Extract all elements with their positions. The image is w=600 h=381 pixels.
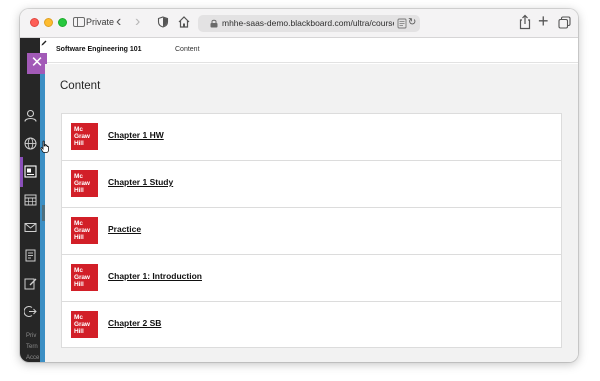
zoom-window-button[interactable] bbox=[58, 18, 67, 27]
tabs-overview-icon[interactable] bbox=[558, 16, 571, 29]
content-list: Mc Graw Hill Chapter 1 HW Mc Graw Hill Chapt… bbox=[61, 113, 562, 348]
close-window-button[interactable] bbox=[30, 18, 39, 27]
course-header: Software Engineering 101 Content bbox=[40, 38, 578, 63]
url-text: mhhe-saas-demo.blackboard.com/ultra/cour… bbox=[222, 18, 394, 28]
course-title: Software Engineering 101 bbox=[56, 46, 142, 53]
mcgraw-hill-logo: Mc Graw Hill bbox=[71, 311, 98, 338]
minimize-window-button[interactable] bbox=[44, 18, 53, 27]
close-course-button[interactable]: ✕ bbox=[27, 53, 47, 74]
sidebar-icon[interactable] bbox=[73, 17, 85, 27]
reload-icon[interactable]: ↻ bbox=[408, 17, 416, 28]
list-item[interactable]: Mc Graw Hill Chapter 1 HW bbox=[61, 113, 562, 160]
list-item[interactable]: Mc Graw Hill Chapter 2 SB bbox=[61, 301, 562, 348]
browser-toolbar: Private ‹ › mhhe-saas-demo.blackboard.co… bbox=[20, 9, 578, 38]
grades-icon[interactable] bbox=[24, 249, 37, 262]
mcgraw-hill-logo: Mc Graw Hill bbox=[71, 123, 98, 150]
shield-icon[interactable] bbox=[157, 16, 169, 28]
privacy-link[interactable]: Priv bbox=[26, 333, 36, 339]
calendar-icon[interactable] bbox=[24, 193, 37, 206]
active-nav-indicator bbox=[20, 157, 23, 187]
browser-window: Private ‹ › mhhe-saas-demo.blackboard.co… bbox=[20, 9, 578, 362]
back-icon[interactable]: ‹ bbox=[116, 12, 121, 32]
pencil-icon[interactable] bbox=[41, 40, 47, 46]
new-tab-icon[interactable]: + bbox=[538, 11, 549, 31]
course-content-area: Content Mc Graw Hill Chapter 1 HW Mc Graw Hi… bbox=[45, 64, 578, 362]
page-title: Content bbox=[60, 80, 101, 92]
base-navigation: Priv Tern Acce bbox=[20, 38, 40, 362]
share-icon[interactable] bbox=[518, 14, 532, 30]
item-title-link[interactable]: Practice bbox=[108, 224, 141, 234]
signout-icon[interactable] bbox=[24, 305, 37, 318]
list-item[interactable]: Mc Graw Hill Chapter 1 Study bbox=[61, 160, 562, 207]
item-title-link[interactable]: Chapter 1 HW bbox=[108, 130, 164, 140]
accessibility-link[interactable]: Acce bbox=[26, 355, 39, 361]
messages-icon[interactable] bbox=[24, 221, 37, 234]
list-item[interactable]: Mc Graw Hill Chapter 1: Introduction bbox=[61, 254, 562, 301]
forward-icon[interactable]: › bbox=[135, 12, 140, 32]
item-title-link[interactable]: Chapter 1: Introduction bbox=[108, 271, 202, 281]
terms-link[interactable]: Tern bbox=[26, 344, 38, 350]
item-title-link[interactable]: Chapter 2 SB bbox=[108, 318, 161, 328]
address-bar[interactable]: mhhe-saas-demo.blackboard.com/ultra/cour… bbox=[198, 15, 420, 32]
courses-icon[interactable] bbox=[24, 165, 37, 178]
edit-icon[interactable] bbox=[24, 277, 37, 290]
list-item[interactable]: Mc Graw Hill Practice bbox=[61, 207, 562, 254]
mouse-pointer-icon bbox=[40, 140, 49, 153]
reader-icon[interactable] bbox=[397, 18, 407, 29]
item-title-link[interactable]: Chapter 1 Study bbox=[108, 177, 173, 187]
mcgraw-hill-logo: Mc Graw Hill bbox=[71, 217, 98, 244]
globe-icon[interactable] bbox=[24, 137, 37, 150]
home-icon[interactable] bbox=[177, 15, 191, 29]
private-label: Private bbox=[86, 17, 115, 27]
mcgraw-hill-logo: Mc Graw Hill bbox=[71, 170, 98, 197]
tab-content[interactable]: Content bbox=[175, 46, 200, 53]
lock-icon bbox=[210, 19, 218, 28]
mcgraw-hill-logo: Mc Graw Hill bbox=[71, 264, 98, 291]
profile-icon[interactable] bbox=[24, 109, 37, 122]
